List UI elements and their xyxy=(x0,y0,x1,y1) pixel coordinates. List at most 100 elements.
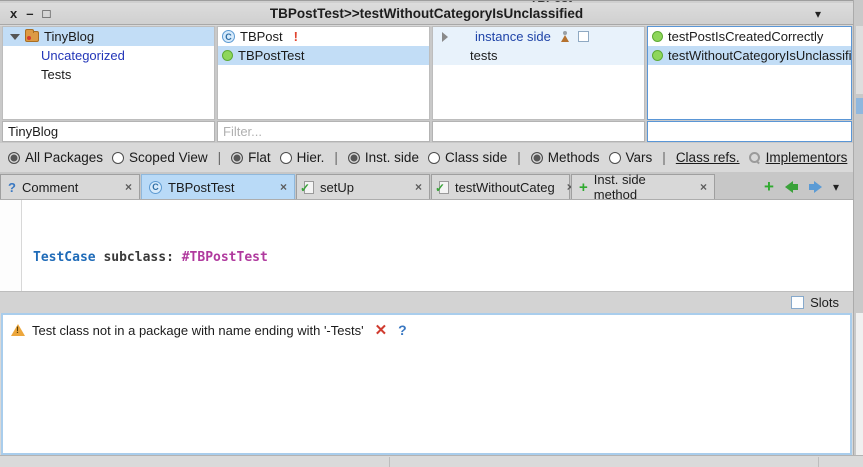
method-item-testpostiscreatedcorrectly[interactable]: testPostIsCreatedCorrectly xyxy=(648,27,851,46)
radio-all-packages[interactable]: All Packages xyxy=(8,150,103,165)
tab-inst-side-method[interactable]: + Inst. side method × xyxy=(571,174,715,199)
protocol-item-tests[interactable]: tests xyxy=(433,46,644,65)
tab-menu-caret-icon[interactable]: ▾ xyxy=(833,180,839,194)
package-tag-label: Uncategorized xyxy=(41,48,125,63)
critique-item[interactable]: Test class not in a package with name en… xyxy=(3,315,850,345)
package-label: TinyBlog xyxy=(44,29,94,44)
browser-panes: TinyBlog Uncategorized Tests TinyBlog C … xyxy=(0,26,853,143)
plus-icon: + xyxy=(579,179,588,196)
package-tag-uncategorized[interactable]: Uncategorized xyxy=(3,46,214,65)
bottom-edge-strip xyxy=(0,455,863,467)
radio-off-icon[interactable] xyxy=(280,152,292,164)
class-list[interactable]: C TBPost ! TBPostTest xyxy=(217,26,430,120)
tab-tbposttest[interactable]: C TBPostTest × xyxy=(141,174,295,199)
tab-label: Inst. side method xyxy=(594,172,688,202)
radio-vars[interactable]: Vars xyxy=(609,150,653,165)
class-icon: C xyxy=(222,30,235,43)
radio-on-icon[interactable] xyxy=(231,152,243,164)
radio-scoped-view[interactable]: Scoped View xyxy=(112,150,208,165)
class-item-tbpost[interactable]: C TBPost ! xyxy=(218,27,429,46)
critique-text: Test class not in a package with name en… xyxy=(32,323,364,338)
radio-off-icon[interactable] xyxy=(428,152,440,164)
method-label: testPostIsCreatedCorrectly xyxy=(668,29,823,44)
package-list[interactable]: TinyBlog Uncategorized Tests xyxy=(2,26,215,120)
radio-flat[interactable]: Flat xyxy=(231,150,271,165)
protocol-footer-field[interactable] xyxy=(432,121,645,142)
window-title: TBPostTest>>testWithoutCategoryIsUnclass… xyxy=(120,6,733,21)
tab-label: testWithoutCateg xyxy=(455,180,555,195)
window-controls: x – □ xyxy=(0,6,120,21)
method-page-icon xyxy=(304,181,314,194)
background-window-sliver xyxy=(853,0,863,455)
dismiss-critique-icon[interactable]: ✕ xyxy=(371,321,388,339)
radio-label: All Packages xyxy=(25,150,103,165)
editor-tab-bar: ? Comment × C TBPostTest × setUp × testW… xyxy=(0,172,853,199)
radio-label: Class side xyxy=(445,150,507,165)
class-filter-field[interactable] xyxy=(217,121,430,142)
protocol-list[interactable]: instance side tests xyxy=(432,26,645,120)
close-icon[interactable]: x xyxy=(10,6,17,21)
expander-right-icon[interactable] xyxy=(442,32,448,42)
package-footer-field[interactable]: TinyBlog xyxy=(2,121,215,142)
sliver-patch xyxy=(856,98,863,114)
minimize-icon[interactable]: – xyxy=(26,6,33,21)
package-item-tinyblog[interactable]: TinyBlog xyxy=(3,27,214,46)
toolbar-separator: | xyxy=(333,150,339,165)
protocol-label: tests xyxy=(437,48,497,63)
tab-label: setUp xyxy=(320,180,354,195)
class-refs-link[interactable]: Class refs. xyxy=(676,150,740,165)
class-item-tbposttest[interactable]: TBPostTest xyxy=(218,46,429,65)
radio-on-icon[interactable] xyxy=(8,152,20,164)
title-bar[interactable]: x – □ TBPostTest>>testWithoutCategoryIsU… xyxy=(0,3,853,25)
slots-bar: Slots xyxy=(0,291,853,313)
radio-off-icon[interactable] xyxy=(112,152,124,164)
tab-close-icon[interactable]: × xyxy=(409,180,422,194)
slots-checkbox[interactable] xyxy=(791,296,804,309)
back-arrow-icon[interactable] xyxy=(785,181,798,193)
tab-label: Comment xyxy=(22,180,78,195)
code-editor[interactable]: TestCase subclass: #TBPostTest instanceV… xyxy=(0,199,853,291)
toolbar-separator: | xyxy=(516,150,522,165)
method-item-testwithoutcategoryisunclassified[interactable]: testWithoutCategoryIsUnclassified xyxy=(648,46,851,65)
method-list[interactable]: testPostIsCreatedCorrectly testWithoutCa… xyxy=(647,26,852,120)
radio-on-icon[interactable] xyxy=(348,152,360,164)
method-footer-field[interactable] xyxy=(647,121,852,142)
critique-help-icon[interactable]: ? xyxy=(394,322,407,338)
tab-close-icon[interactable]: × xyxy=(694,180,707,194)
search-icon xyxy=(749,152,761,164)
method-page-icon xyxy=(439,181,449,194)
code-token: TestCase xyxy=(33,250,96,265)
question-icon: ? xyxy=(8,180,16,195)
tab-close-icon[interactable]: × xyxy=(119,180,132,194)
protocol-item-instance-side[interactable]: instance side xyxy=(433,27,644,46)
forward-arrow-icon[interactable] xyxy=(809,181,822,193)
test-green-icon xyxy=(652,31,663,42)
class-label: TBPost xyxy=(240,29,283,44)
toolbar-separator: | xyxy=(217,150,223,165)
divider xyxy=(389,457,390,467)
radio-on-icon[interactable] xyxy=(531,152,543,164)
radio-hier[interactable]: Hier. xyxy=(280,150,325,165)
tab-close-icon[interactable]: × xyxy=(274,180,287,194)
radio-methods[interactable]: Methods xyxy=(531,150,600,165)
tab-testwithoutcateg[interactable]: testWithoutCateg × xyxy=(431,174,570,199)
toolbar-separator: | xyxy=(661,150,667,165)
link-label: Implementors xyxy=(766,150,848,165)
window-menu-caret-icon[interactable]: ▾ xyxy=(733,7,853,21)
maximize-icon[interactable]: □ xyxy=(42,6,50,21)
add-tab-button[interactable]: + xyxy=(764,178,774,195)
protocol-label: instance side xyxy=(453,29,551,44)
class-icon: C xyxy=(149,181,162,194)
radio-label: Hier. xyxy=(297,150,325,165)
radio-class-side[interactable]: Class side xyxy=(428,150,507,165)
radio-off-icon[interactable] xyxy=(609,152,621,164)
class-filter-input[interactable] xyxy=(223,124,429,139)
tab-comment[interactable]: ? Comment × xyxy=(0,174,140,199)
radio-label: Inst. side xyxy=(365,150,419,165)
protocol-checkbox[interactable] xyxy=(578,31,589,42)
expander-down-icon[interactable] xyxy=(10,34,20,40)
radio-inst-side[interactable]: Inst. side xyxy=(348,150,419,165)
tab-setup[interactable]: setUp × xyxy=(296,174,430,199)
implementors-link[interactable]: Implementors xyxy=(749,150,848,165)
package-tag-tests[interactable]: Tests xyxy=(3,65,214,84)
